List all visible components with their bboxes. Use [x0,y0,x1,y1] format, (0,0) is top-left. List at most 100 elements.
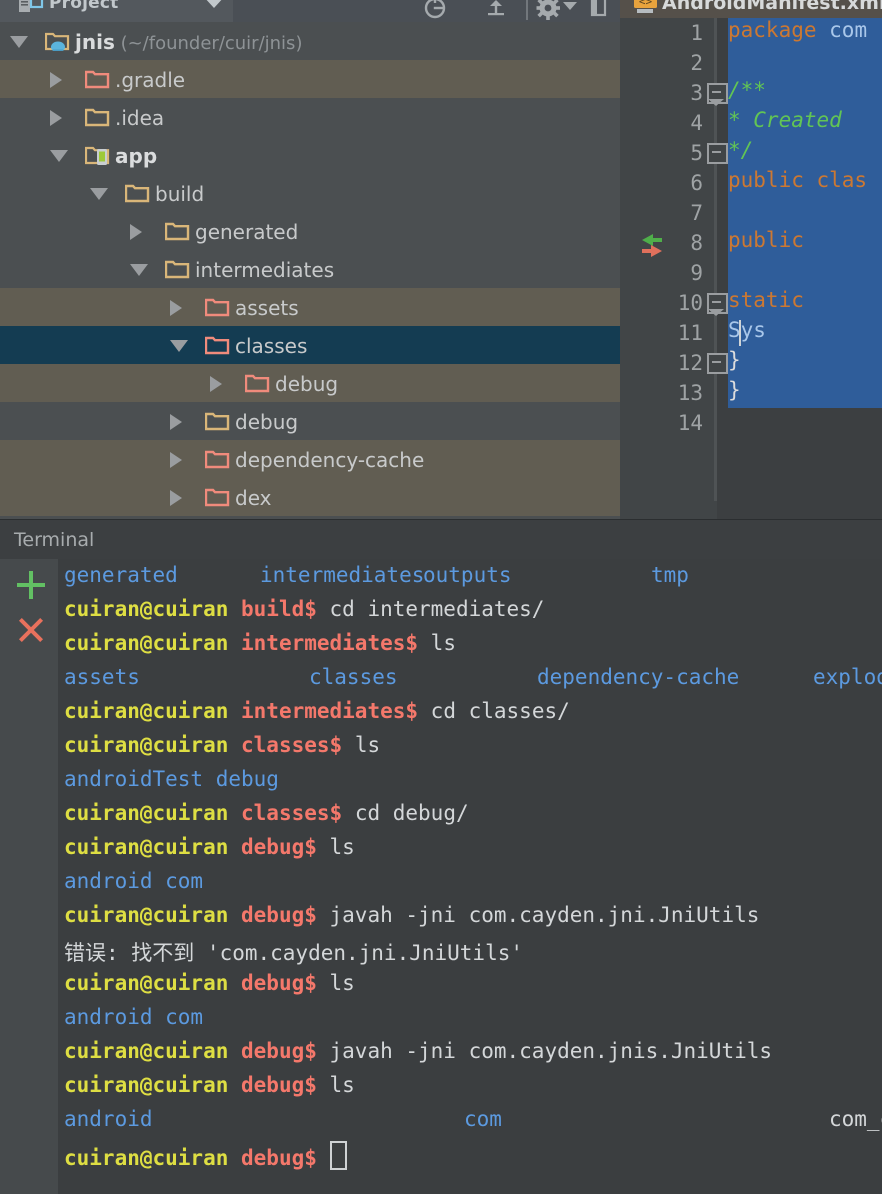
project-panel-header: Project [0,0,620,23]
editor-tab[interactable]: <> AndroidManifest.xml [620,0,882,18]
line-number: 2 [690,51,703,75]
gutter-line[interactable]: 13 [620,378,717,408]
gutter-line[interactable]: 1 [620,18,717,48]
fold-minus-glyph [712,151,721,153]
gutter-line[interactable]: 11 [620,318,717,348]
close-x-icon[interactable] [17,616,45,644]
line-number: 4 [690,111,703,135]
terminal-listing-entry: classes [309,665,398,689]
code-line: /** [728,78,766,108]
line-number: 10 [677,291,703,315]
tree-row-label: build [155,182,205,206]
tree-expand-arrow-open[interactable] [10,36,28,48]
tree-expand-arrow-closed[interactable] [170,490,182,506]
tree-expand-arrow-closed[interactable] [170,300,182,316]
line-number: 6 [690,171,703,195]
fold-toggle-icon[interactable] [707,353,728,374]
terminal-command-text: ls [342,733,381,757]
tree-row-label: assets [235,296,299,320]
gutter-line[interactable]: 9 [620,258,717,288]
folder-icon [164,221,190,241]
folder-icon [124,183,150,203]
terminal-cursor[interactable] [329,1141,347,1170]
terminal-command-text: cd intermediates/ [316,597,545,621]
tree-row-label: debug [275,372,339,396]
editor-body[interactable]: 1 2 3 4 5 6 7 8 9 10 11 12 13 14 package com/** * Cre… [620,18,882,519]
code-line: } [728,348,741,378]
tree-row-jnis[interactable]: jnis (~/founder/cuir/jnis) [0,22,620,60]
terminal-output[interactable]: generated intermediates outputs tmp cuiran@c… [58,559,882,1194]
terminal-command-text: javah -jni com.cayden.jnis.JniUtils [316,1039,773,1063]
editor-gutter[interactable]: 1 2 3 4 5 6 7 8 9 10 11 12 13 14 [620,18,717,519]
tree-row-gradle[interactable]: .gradle [0,60,620,98]
gutter-line[interactable]: 6 [620,168,717,198]
tree-expand-arrow-open[interactable] [170,340,188,352]
tree-expand-arrow-open[interactable] [90,188,108,200]
tree-expand-arrow-closed[interactable] [170,452,182,468]
gutter-line[interactable]: 12 [620,348,717,378]
terminal-prompt-user: cuiran@cuiran [64,1146,242,1170]
gutter-line[interactable]: 8 [620,228,717,258]
chevron-down-icon[interactable] [203,0,225,8]
gutter-line[interactable]: 10 [620,288,717,318]
terminal-command-text: ls [316,835,355,859]
settings-chevron-icon[interactable] [563,2,577,10]
code-token: */ [728,138,754,162]
terminal-tool-window: Terminal generated intermediates outputs tm… [0,519,882,1194]
hide-panel-icon[interactable] [587,0,613,24]
code-area[interactable]: package com /** * Created */ public clas p… [717,18,882,519]
gutter-line[interactable]: 5 [620,138,717,168]
tree-row-debug[interactable]: debug [0,402,620,440]
gutter-line[interactable]: 2 [620,48,717,78]
tree-expand-arrow-closed[interactable] [130,224,142,240]
terminal-prompt-user: cuiran@cuiran [64,1039,242,1063]
terminal-line: cuiran@cuiran debug$ javah -jni com.cayd… [64,903,759,937]
terminal-line: androidTest debug [64,767,882,801]
tree-expand-arrow-closed[interactable] [170,414,182,430]
gutter-line[interactable]: 7 [620,198,717,228]
terminal-line: android com [64,1005,882,1039]
xml-file-icon: <> [634,0,657,13]
tree-row-label: dependency-cache [235,448,425,472]
terminal-prompt-user: cuiran@cuiran [64,801,242,825]
editor-selection-highlight [728,18,882,408]
gutter-line[interactable]: 4 [620,108,717,138]
tree-row-label: intermediates [195,258,335,282]
project-header-bar: Project [0,0,620,22]
line-number: 1 [690,21,703,45]
terminal-prompt-dir: debug$ [241,1039,317,1063]
excluded-folder-icon [204,449,230,469]
tree-row-app[interactable]: app [0,136,620,174]
fold-minus-glyph [712,91,721,93]
editor-pane: <> AndroidManifest.xml 1 2 3 4 5 6 7 8 9 10 11 12 13… [620,0,882,519]
code-token: } [728,348,741,372]
tree-row-build[interactable]: build [0,174,620,212]
gutter-line[interactable]: 3 [620,78,717,108]
terminal-listing-entry: com [464,1107,502,1131]
gutter-line[interactable]: 14 [620,408,717,438]
tree-row-dex[interactable]: dex [0,478,620,516]
fold-toggle-icon[interactable] [707,143,728,164]
tree-expand-arrow-open[interactable] [130,264,148,276]
plus-icon[interactable] [17,571,45,599]
tree-row-intermediates[interactable]: intermediates [0,250,620,288]
tree-row-debug[interactable]: debug [0,364,620,402]
tree-row-classes[interactable]: classes [0,326,620,364]
tree-expand-arrow-closed[interactable] [210,376,222,392]
tree-row-generated[interactable]: generated [0,212,620,250]
terminal-line: cuiran@cuiran debug$ ls [64,835,355,869]
terminal-listing-entry: com_c [829,1107,882,1131]
line-number: 11 [677,321,703,345]
terminal-line: cuiran@cuiran intermediates$ ls [64,631,456,665]
tree-expand-arrow-closed[interactable] [50,72,62,88]
tree-expand-arrow-closed[interactable] [50,110,62,126]
tree-row-assets[interactable]: assets [0,288,620,326]
folder-icon [164,259,190,279]
tree-expand-arrow-open[interactable] [50,150,68,162]
tree-row-dependencycache[interactable]: dependency-cache [0,440,620,478]
terminal-line: cuiran@cuiran build$ cd intermediates/ [64,597,544,631]
code-token: static [728,288,804,312]
project-tree[interactable]: jnis (~/founder/cuir/jnis) .gradle .idea ap… [0,22,620,519]
excluded-folder-icon [84,69,110,89]
tree-row-idea[interactable]: .idea [0,98,620,136]
